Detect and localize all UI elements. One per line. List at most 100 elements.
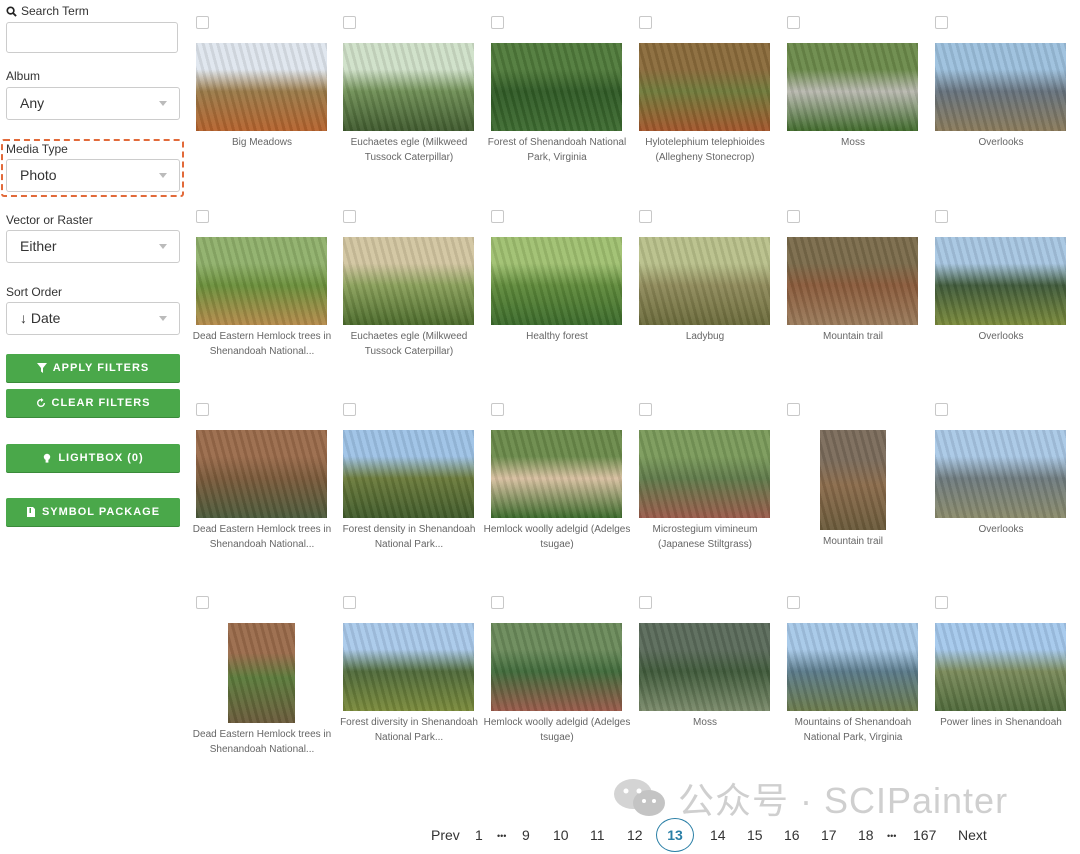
select-checkbox[interactable] <box>196 596 209 609</box>
image-caption[interactable]: Ladybug <box>631 329 779 344</box>
image-caption[interactable]: Moss <box>779 135 927 150</box>
thumbnail-image[interactable] <box>787 237 918 325</box>
album-select-value: Any <box>20 95 45 111</box>
page-link[interactable]: 18 <box>858 827 874 843</box>
thumbnail-image[interactable] <box>935 430 1066 518</box>
symbol-package-button[interactable]: SYMBOL PACKAGE <box>6 498 180 526</box>
search-input[interactable] <box>6 22 178 53</box>
page-link[interactable]: 16 <box>784 827 800 843</box>
page-link[interactable]: 1 <box>475 827 483 843</box>
select-checkbox[interactable] <box>491 403 504 416</box>
thumbnail-image[interactable] <box>343 237 474 325</box>
select-checkbox[interactable] <box>935 210 948 223</box>
image-caption[interactable]: Dead Eastern Hemlock trees in Shenandoah… <box>188 329 336 359</box>
thumbnail-image[interactable] <box>639 237 770 325</box>
page-link[interactable]: 11 <box>590 827 605 843</box>
select-checkbox[interactable] <box>196 210 209 223</box>
thumbnail-image[interactable] <box>639 43 770 131</box>
select-checkbox[interactable] <box>343 596 356 609</box>
image-caption[interactable]: Healthy forest <box>483 329 631 344</box>
thumbnail-image[interactable] <box>343 43 474 131</box>
image-caption[interactable]: Hylotelephium telephioides (Allegheny St… <box>631 135 779 165</box>
thumbnail-image[interactable] <box>491 623 622 711</box>
select-checkbox[interactable] <box>935 596 948 609</box>
select-checkbox[interactable] <box>196 403 209 416</box>
image-caption[interactable]: Big Meadows <box>188 135 336 150</box>
image-caption[interactable]: Microstegium vimineum (Japanese Stiltgra… <box>631 522 779 552</box>
select-checkbox[interactable] <box>787 210 800 223</box>
page-link[interactable]: 10 <box>553 827 569 843</box>
image-caption[interactable]: Euchaetes egle (Milkweed Tussock Caterpi… <box>335 329 483 359</box>
select-checkbox[interactable] <box>491 596 504 609</box>
thumbnail-image[interactable] <box>343 430 474 518</box>
select-checkbox[interactable] <box>491 16 504 29</box>
image-caption[interactable]: Dead Eastern Hemlock trees in Shenandoah… <box>188 727 336 757</box>
image-caption[interactable]: Moss <box>631 715 779 730</box>
file-archive-icon <box>26 507 35 517</box>
image-caption[interactable]: Forest of Shenandoah National Park, Virg… <box>483 135 631 165</box>
select-checkbox[interactable] <box>639 210 652 223</box>
page-link[interactable]: 15 <box>747 827 763 843</box>
thumbnail-image[interactable] <box>196 43 327 131</box>
select-checkbox[interactable] <box>491 210 504 223</box>
thumbnail-image[interactable] <box>935 237 1066 325</box>
thumbnail-texture <box>343 430 474 518</box>
select-checkbox[interactable] <box>343 16 356 29</box>
thumbnail-image[interactable] <box>820 430 886 530</box>
select-checkbox[interactable] <box>343 403 356 416</box>
image-caption[interactable]: Overlooks <box>927 329 1075 344</box>
select-checkbox[interactable] <box>343 210 356 223</box>
select-checkbox[interactable] <box>639 16 652 29</box>
select-checkbox[interactable] <box>935 403 948 416</box>
next-page-link[interactable]: Next <box>958 827 987 843</box>
thumbnail-image[interactable] <box>343 623 474 711</box>
page-link[interactable]: 17 <box>821 827 837 843</box>
thumbnail-image[interactable] <box>196 430 327 518</box>
image-caption[interactable]: Mountains of Shenandoah National Park, V… <box>779 715 927 745</box>
image-caption[interactable]: Forest diversity in Shenandoah National … <box>335 715 483 745</box>
clear-filters-button[interactable]: CLEAR FILTERS <box>6 389 180 417</box>
lightbox-button[interactable]: LIGHTBOX (0) <box>6 444 180 472</box>
thumbnail-image[interactable] <box>491 237 622 325</box>
thumbnail-image[interactable] <box>196 237 327 325</box>
image-caption[interactable]: Forest density in Shenandoah National Pa… <box>335 522 483 552</box>
select-checkbox[interactable] <box>639 403 652 416</box>
image-caption[interactable]: Euchaetes egle (Milkweed Tussock Caterpi… <box>335 135 483 165</box>
select-checkbox[interactable] <box>787 16 800 29</box>
thumbnail-image[interactable] <box>639 430 770 518</box>
select-checkbox[interactable] <box>935 16 948 29</box>
album-select[interactable]: Any <box>6 87 180 120</box>
sort-order-label: Sort Order <box>6 285 63 299</box>
thumbnail-image[interactable] <box>787 43 918 131</box>
thumbnail-image[interactable] <box>935 623 1066 711</box>
vector-raster-select[interactable]: Either <box>6 230 180 263</box>
image-caption[interactable]: Hemlock woolly adelgid (Adelges tsugae) <box>483 522 631 552</box>
thumbnail-image[interactable] <box>935 43 1066 131</box>
image-caption[interactable]: Hemlock woolly adelgid (Adelges tsugae) <box>483 715 631 745</box>
thumbnail-image[interactable] <box>228 623 295 723</box>
prev-page-link[interactable]: Prev <box>431 827 460 843</box>
image-caption[interactable]: Mountain trail <box>779 329 927 344</box>
image-caption[interactable]: Overlooks <box>927 135 1075 150</box>
page-link[interactable]: 9 <box>522 827 530 843</box>
select-checkbox[interactable] <box>787 403 800 416</box>
page-link[interactable]: 12 <box>627 827 643 843</box>
thumbnail-texture <box>491 623 622 711</box>
thumbnail-image[interactable] <box>639 623 770 711</box>
sort-order-select[interactable]: ↓ Date <box>6 302 180 335</box>
image-caption[interactable]: Dead Eastern Hemlock trees in Shenandoah… <box>188 522 336 552</box>
thumbnail-image[interactable] <box>491 430 622 518</box>
thumbnail-image[interactable] <box>491 43 622 131</box>
select-checkbox[interactable] <box>196 16 209 29</box>
image-caption[interactable]: Mountain trail <box>779 534 927 549</box>
page-link[interactable]: 167 <box>913 827 936 843</box>
page-link[interactable]: 14 <box>710 827 726 843</box>
media-type-select[interactable]: Photo <box>6 159 180 192</box>
select-checkbox[interactable] <box>639 596 652 609</box>
apply-filters-button[interactable]: APPLY FILTERS <box>6 354 180 382</box>
media-type-label: Media Type <box>6 142 68 156</box>
thumbnail-image[interactable] <box>787 623 918 711</box>
select-checkbox[interactable] <box>787 596 800 609</box>
image-caption[interactable]: Power lines in Shenandoah <box>927 715 1075 730</box>
image-caption[interactable]: Overlooks <box>927 522 1075 537</box>
